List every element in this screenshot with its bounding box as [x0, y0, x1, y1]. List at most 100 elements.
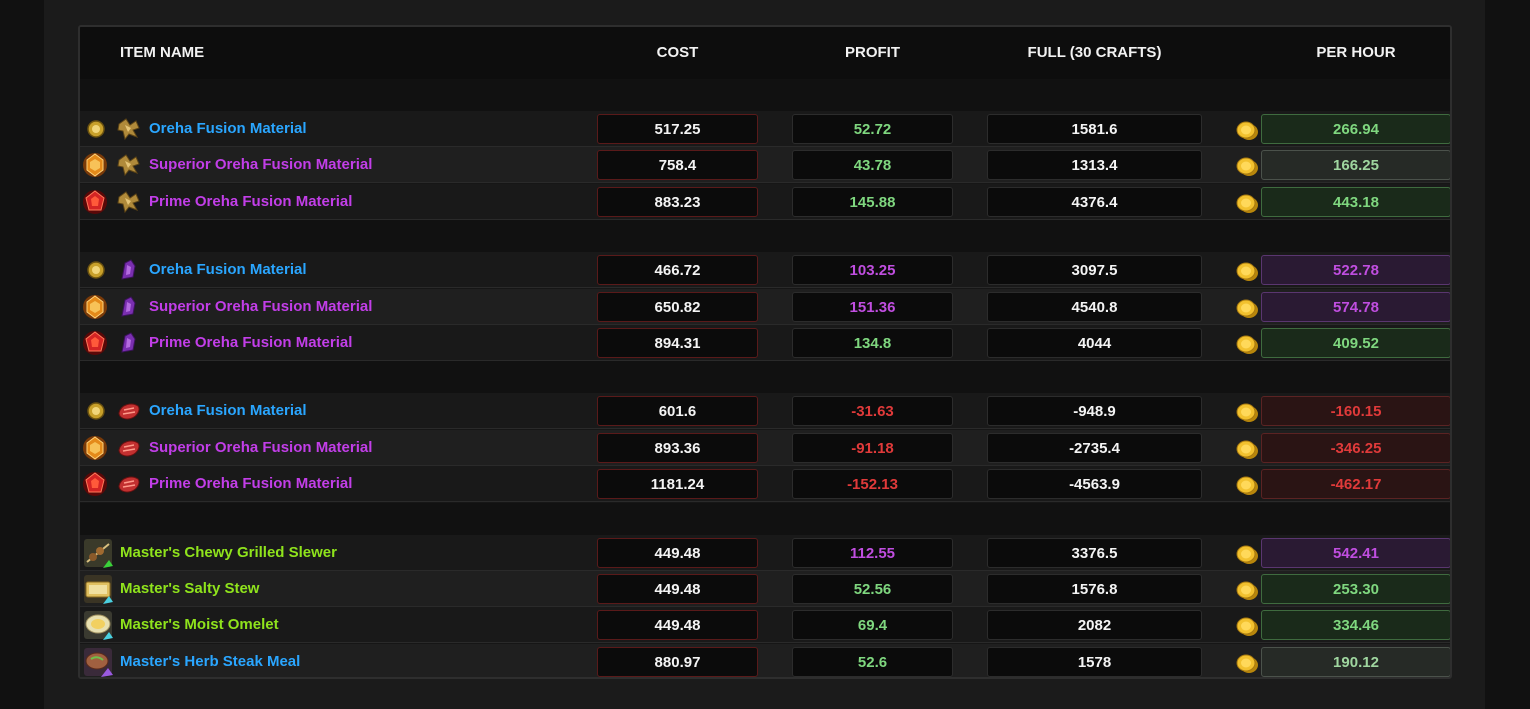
- header-per-hour[interactable]: PER HOUR: [1261, 27, 1450, 79]
- item-name[interactable]: Oreha Fusion Material: [149, 111, 307, 147]
- herb-steak-food-icon: [83, 647, 113, 677]
- per-hour-value: 542.41: [1261, 538, 1450, 568]
- item-name[interactable]: Prime Oreha Fusion Material: [149, 325, 352, 361]
- purple-fish-material-icon: [116, 257, 142, 283]
- cost-value: 893.36: [597, 433, 758, 463]
- profit-value: -152.13: [792, 469, 953, 499]
- full-30-crafts-value: 4376.4: [987, 187, 1202, 217]
- cost-value: 449.48: [597, 538, 758, 568]
- item-name[interactable]: Superior Oreha Fusion Material: [149, 147, 372, 183]
- item-name[interactable]: Master's Salty Stew: [120, 571, 259, 607]
- per-hour-value: 522.78: [1261, 255, 1450, 285]
- item-name[interactable]: Superior Oreha Fusion Material: [149, 430, 372, 466]
- profit-value: 145.88: [792, 187, 953, 217]
- full-30-crafts-value: 1313.4: [987, 150, 1202, 180]
- per-hour-value: 574.78: [1261, 292, 1450, 322]
- basic-oreha-icon: [83, 257, 109, 283]
- profit-value: 151.36: [792, 292, 953, 322]
- table-row[interactable]: Prime Oreha Fusion Material 883.23 145.88 4…: [80, 184, 1450, 220]
- cost-value: 449.48: [597, 610, 758, 640]
- superior-oreha-icon: [82, 435, 108, 461]
- group-separator: [80, 220, 1450, 254]
- gold-relic-material-icon: [116, 189, 142, 215]
- per-hour-value: -462.17: [1261, 469, 1450, 499]
- per-hour-value: 166.25: [1261, 150, 1450, 180]
- full-30-crafts-value: 1576.8: [987, 574, 1202, 604]
- table-row[interactable]: Master's Moist Omelet 449.48 69.4 2082 334.4…: [80, 607, 1450, 643]
- purple-fish-material-icon: [116, 330, 142, 356]
- table-row[interactable]: Prime Oreha Fusion Material 1181.24 -152.1…: [80, 466, 1450, 502]
- table-row[interactable]: Oreha Fusion Material 601.6 -31.63 -948.9 -1…: [80, 393, 1450, 429]
- table-row[interactable]: Superior Oreha Fusion Material 893.36 -91.…: [80, 430, 1450, 466]
- table-row[interactable]: Superior Oreha Fusion Material 650.82 151.…: [80, 289, 1450, 325]
- item-name[interactable]: Prime Oreha Fusion Material: [149, 184, 352, 220]
- table-row[interactable]: Master's Chewy Grilled Slewer 449.48 112.5…: [80, 535, 1450, 571]
- superior-oreha-icon: [82, 294, 108, 320]
- table-row[interactable]: Master's Salty Stew 449.48 52.56 1576.8 253.…: [80, 571, 1450, 607]
- full-30-crafts-value: 3376.5: [987, 538, 1202, 568]
- gold-coin-icon: [1235, 333, 1259, 355]
- prime-oreha-icon: [82, 471, 108, 497]
- per-hour-value: -160.15: [1261, 396, 1450, 426]
- cost-value: 1181.24: [597, 469, 758, 499]
- table-row[interactable]: Oreha Fusion Material 466.72 103.25 3097.5 5…: [80, 252, 1450, 288]
- basic-oreha-icon: [83, 116, 109, 142]
- item-name[interactable]: Prime Oreha Fusion Material: [149, 466, 352, 502]
- group-separator: [80, 502, 1450, 536]
- full-30-crafts-value: 4044: [987, 328, 1202, 358]
- full-30-crafts-value: -2735.4: [987, 433, 1202, 463]
- gold-relic-material-icon: [116, 116, 142, 142]
- header-profit[interactable]: PROFIT: [792, 27, 953, 79]
- cost-value: 517.25: [597, 114, 758, 144]
- item-name[interactable]: Master's Moist Omelet: [120, 607, 279, 643]
- cost-value: 449.48: [597, 574, 758, 604]
- per-hour-value: 266.94: [1261, 114, 1450, 144]
- profit-value: -91.18: [792, 433, 953, 463]
- per-hour-value: -346.25: [1261, 433, 1450, 463]
- red-meat-material-icon: [116, 471, 142, 497]
- red-meat-material-icon: [116, 398, 142, 424]
- profit-value: 52.72: [792, 114, 953, 144]
- per-hour-value: 190.12: [1261, 647, 1450, 677]
- per-hour-value: 334.46: [1261, 610, 1450, 640]
- item-name[interactable]: Master's Herb Steak Meal: [120, 644, 300, 677]
- prime-oreha-icon: [82, 189, 108, 215]
- header-item-name[interactable]: ITEM NAME: [120, 27, 204, 79]
- full-30-crafts-value: 3097.5: [987, 255, 1202, 285]
- gold-coin-icon: [1235, 260, 1259, 282]
- cost-value: 466.72: [597, 255, 758, 285]
- full-30-crafts-value: 1578: [987, 647, 1202, 677]
- table-row[interactable]: Master's Herb Steak Meal 880.97 52.6 1578 19…: [80, 644, 1450, 677]
- full-30-crafts-value: -4563.9: [987, 469, 1202, 499]
- table-row[interactable]: Oreha Fusion Material 517.25 52.72 1581.6 26…: [80, 111, 1450, 147]
- profit-value: 43.78: [792, 150, 953, 180]
- item-name[interactable]: Oreha Fusion Material: [149, 393, 307, 429]
- profit-value: 103.25: [792, 255, 953, 285]
- red-meat-material-icon: [116, 435, 142, 461]
- per-hour-value: 409.52: [1261, 328, 1450, 358]
- grilled-skewer-food-icon: [83, 538, 113, 568]
- table-row[interactable]: Prime Oreha Fusion Material 894.31 134.8 40…: [80, 325, 1450, 361]
- full-30-crafts-value: 2082: [987, 610, 1202, 640]
- gold-coin-icon: [1235, 652, 1259, 674]
- item-name[interactable]: Superior Oreha Fusion Material: [149, 289, 372, 325]
- header-full-30-crafts[interactable]: FULL (30 CRAFTS): [987, 27, 1202, 79]
- per-hour-value: 443.18: [1261, 187, 1450, 217]
- purple-fish-material-icon: [116, 294, 142, 320]
- gold-coin-icon: [1235, 474, 1259, 496]
- item-name[interactable]: Master's Chewy Grilled Slewer: [120, 535, 337, 571]
- gold-coin-icon: [1235, 543, 1259, 565]
- header-cost[interactable]: COST: [597, 27, 758, 79]
- gold-coin-icon: [1235, 438, 1259, 460]
- profit-value: 134.8: [792, 328, 953, 358]
- profit-value: -31.63: [792, 396, 953, 426]
- item-name[interactable]: Oreha Fusion Material: [149, 252, 307, 288]
- profit-value: 52.6: [792, 647, 953, 677]
- salty-stew-food-icon: [83, 574, 113, 604]
- table-row[interactable]: Superior Oreha Fusion Material 758.4 43.78…: [80, 147, 1450, 183]
- superior-oreha-icon: [82, 152, 108, 178]
- full-30-crafts-value: 4540.8: [987, 292, 1202, 322]
- prime-oreha-icon: [82, 330, 108, 356]
- gold-coin-icon: [1235, 155, 1259, 177]
- cost-value: 601.6: [597, 396, 758, 426]
